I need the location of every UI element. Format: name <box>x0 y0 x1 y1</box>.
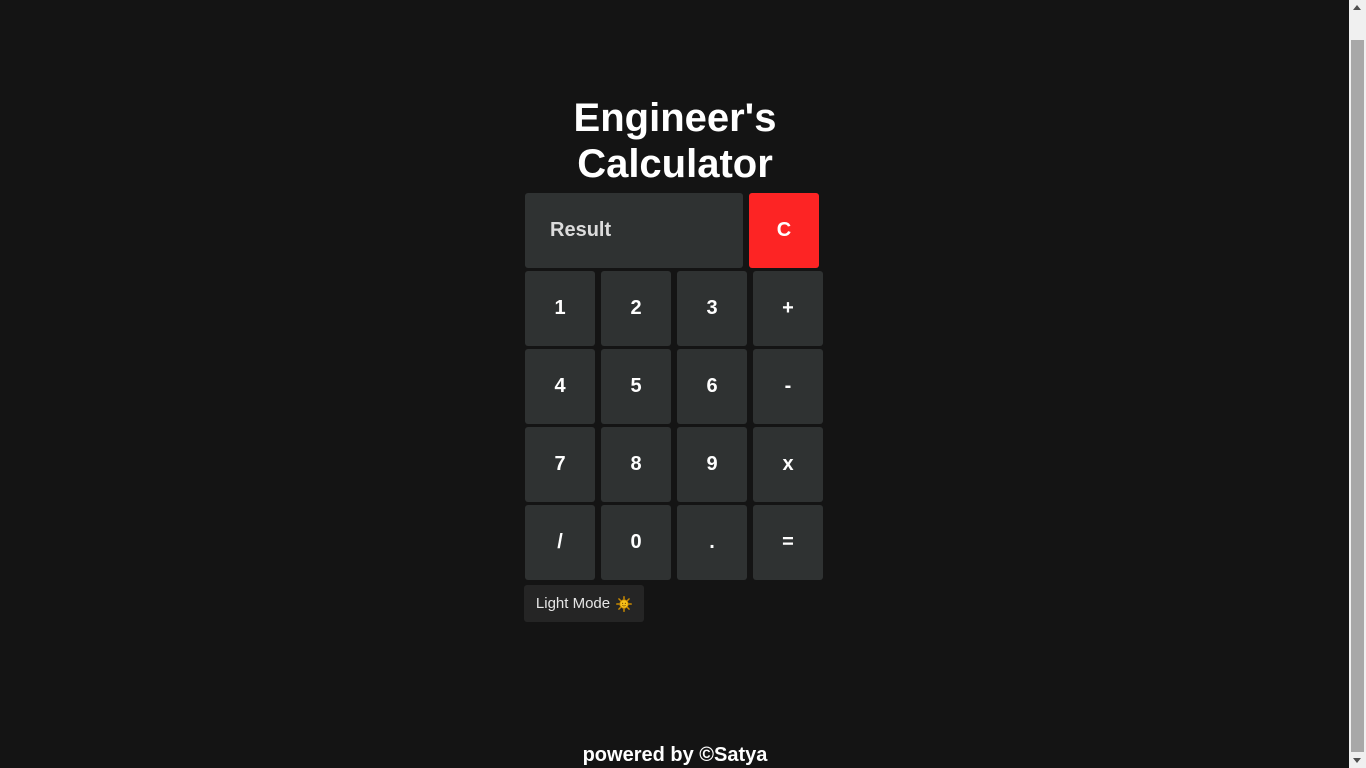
key-decimal[interactable]: . <box>677 505 747 580</box>
result-display: Result <box>525 193 743 268</box>
key-7[interactable]: 7 <box>525 427 595 502</box>
light-mode-label: Light Mode <box>535 595 611 612</box>
key-multiply[interactable]: x <box>753 427 823 502</box>
key-9[interactable]: 9 <box>677 427 747 502</box>
scroll-thumb[interactable] <box>1351 40 1364 752</box>
scroll-down-icon[interactable] <box>1353 758 1361 763</box>
title-line-2: Calculator <box>577 142 773 186</box>
calculator-page: Engineer's Calculator Result C 1 2 3 + 4… <box>0 0 1366 768</box>
footer-credit: powered by ©Satya <box>582 744 768 766</box>
key-4[interactable]: 4 <box>525 349 595 424</box>
clear-button[interactable]: C <box>749 193 819 268</box>
key-divide[interactable]: / <box>525 505 595 580</box>
key-6[interactable]: 6 <box>677 349 747 424</box>
key-minus[interactable]: - <box>753 349 823 424</box>
key-5[interactable]: 5 <box>601 349 671 424</box>
key-equals[interactable]: = <box>753 505 823 580</box>
key-8[interactable]: 8 <box>601 427 671 502</box>
sun-icon <box>616 595 633 612</box>
light-mode-button[interactable]: Light Mode <box>524 585 644 622</box>
title-line-1: Engineer's <box>573 96 777 140</box>
key-3[interactable]: 3 <box>677 271 747 346</box>
vertical-scrollbar[interactable] <box>1349 0 1366 768</box>
key-2[interactable]: 2 <box>601 271 671 346</box>
key-1[interactable]: 1 <box>525 271 595 346</box>
page-title: Engineer's Calculator <box>525 95 825 187</box>
key-0[interactable]: 0 <box>601 505 671 580</box>
key-plus[interactable]: + <box>753 271 823 346</box>
scroll-up-icon[interactable] <box>1353 5 1361 10</box>
